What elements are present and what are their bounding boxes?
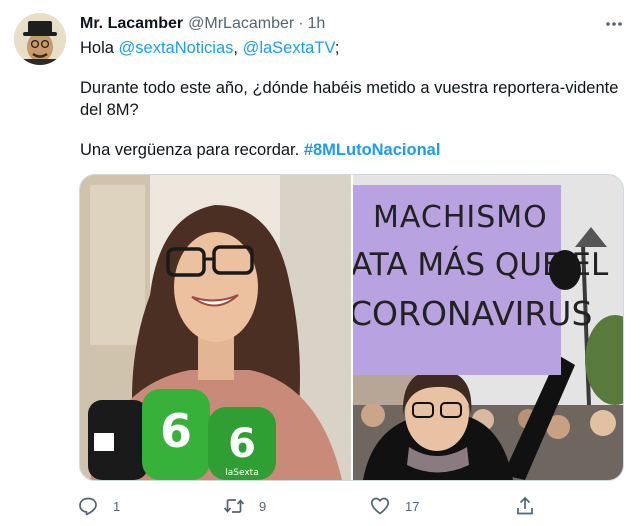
media-photo-reporter[interactable]: 6 6 laSexta	[80, 175, 351, 480]
mic-logo-2: 6	[228, 421, 256, 467]
timestamp[interactable]: 1h	[308, 15, 326, 33]
mic-logo-1: 6	[160, 404, 192, 458]
reply-icon	[77, 495, 99, 517]
protest-photo: MACHISMO ATA MÁS QUE EL CORONAVIRUS	[353, 175, 623, 480]
mic-brand-text: laSexta	[225, 468, 258, 478]
avatar-image	[14, 13, 66, 65]
retweet-count: 9	[259, 498, 267, 514]
closing-text: Una vergüenza para recordar.	[80, 141, 304, 159]
microphone-lasexta-2: 6 laSexta	[208, 407, 276, 480]
hashtag-link[interactable]: #8MLutoNacional	[304, 141, 441, 159]
mention-lasextatv[interactable]: @laSextaTV	[243, 39, 335, 57]
retweet-icon	[223, 495, 245, 517]
sign-line-3: CORONAVIRUS	[353, 294, 592, 333]
mention-separator: ,	[233, 39, 243, 57]
action-bar: 1 9 17	[77, 492, 557, 520]
user-handle[interactable]: @MrLacamber	[188, 15, 294, 33]
media-photo-protest[interactable]: MACHISMO ATA MÁS QUE EL CORONAVIRUS	[353, 175, 623, 480]
media-grid: 6 6 laSexta MACHISMO ATA MÁS QUE EL CORO…	[79, 174, 624, 481]
reporter-photo: 6 6 laSexta	[80, 175, 351, 480]
tweet[interactable]: Mr. Lacamber @MrLacamber · 1h Hola @sext…	[0, 0, 640, 526]
tweet-header: Mr. Lacamber @MrLacamber · 1h	[80, 13, 325, 35]
mention-sextanoticias[interactable]: @sextaNoticias	[119, 39, 234, 57]
share-icon	[514, 495, 536, 517]
avatar[interactable]	[14, 13, 66, 65]
greeting-text: Hola	[80, 39, 119, 57]
microphone-lanacional	[88, 400, 148, 480]
separator-dot: ·	[298, 15, 304, 32]
reply-button[interactable]: 1	[77, 492, 120, 520]
like-count: 17	[405, 498, 420, 514]
reply-count: 1	[113, 498, 121, 514]
like-button[interactable]: 17	[369, 492, 419, 520]
like-icon	[369, 495, 391, 517]
share-button[interactable]	[514, 492, 536, 520]
sign-line-1: MACHISMO	[373, 200, 548, 235]
more-icon	[606, 22, 622, 26]
line-end: ;	[334, 39, 340, 57]
tweet-text-line1: Hola @sextaNoticias, @laSextaTV;	[80, 37, 625, 59]
retweet-button[interactable]: 9	[223, 492, 266, 520]
display-name[interactable]: Mr. Lacamber	[80, 15, 183, 33]
tweet-text-line3: Una vergüenza para recordar. #8MLutoNaci…	[80, 139, 625, 161]
tweet-text-line2: Durante todo este año, ¿dónde habéis met…	[80, 79, 619, 119]
more-button[interactable]	[600, 13, 628, 35]
microphone-lasexta-1: 6	[142, 389, 210, 480]
